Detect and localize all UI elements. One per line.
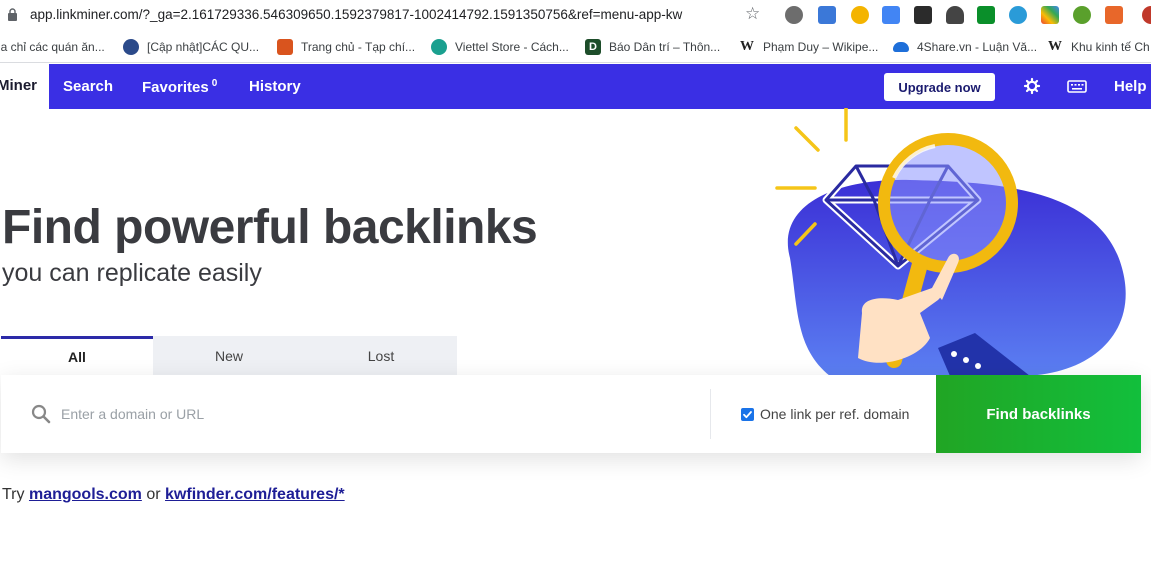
bookmark-label: Báo Dân trí – Thôn... [609, 40, 721, 54]
extension-gear-icon[interactable] [785, 6, 803, 24]
find-backlinks-button[interactable]: Find backlinks [936, 375, 1141, 453]
nav-favorites-label: Favorites [142, 79, 209, 96]
hero-illustration [775, 108, 1126, 376]
bookmark-star-icon[interactable]: ☆ [745, 4, 760, 24]
bookmark-item[interactable]: W Khu kinh tế Ch [1047, 38, 1150, 56]
try-prefix: Try [2, 486, 25, 503]
extension-globe-icon[interactable] [1073, 6, 1091, 24]
logo-text: Miner [0, 77, 38, 94]
address-url[interactable]: app.linkminer.com/?_ga=2.161729336.54630… [30, 7, 682, 22]
wikipedia-icon: W [740, 39, 754, 54]
extension-color-icon[interactable] [1041, 6, 1059, 24]
logo[interactable]: Miner [0, 64, 49, 109]
browser-address-bar: app.linkminer.com/?_ga=2.161729336.54630… [0, 0, 1151, 30]
tab-lost[interactable]: Lost [305, 336, 457, 375]
viettel-icon [431, 39, 447, 55]
bookmark-item[interactable]: ịa chỉ các quán ăn... [0, 38, 105, 56]
top-nav: Miner Search Favorites 0 History Upgrade … [0, 64, 1151, 109]
magazine-icon [277, 39, 293, 55]
dantri-icon: D [585, 39, 601, 55]
profile-avatar-icon[interactable] [1142, 6, 1151, 24]
hero-subtitle: you can replicate easily [2, 259, 262, 287]
bookmark-item[interactable]: Viettel Store - Cách... [431, 38, 569, 56]
settings-gear-icon[interactable] [1023, 77, 1041, 95]
kwfinder-link[interactable]: kwfinder.com/features/* [165, 486, 345, 503]
one-link-checkbox-label[interactable]: One link per ref. domain [760, 406, 909, 422]
bookmark-item[interactable]: Trang chủ - Tạp chí... [277, 38, 415, 56]
nav-favorites[interactable]: Favorites 0 [142, 78, 217, 96]
wikipedia-icon: W [1048, 39, 1062, 54]
extension-chart-icon[interactable] [818, 6, 836, 24]
extension-vpn-icon[interactable] [1009, 6, 1027, 24]
favorites-count-badge: 0 [211, 78, 218, 89]
bookmark-item[interactable]: W Phạm Duy – Wikipe... [739, 38, 878, 56]
tab-new[interactable]: New [153, 336, 305, 375]
domain-url-input[interactable] [61, 399, 681, 429]
extension-flower-icon[interactable] [851, 6, 869, 24]
bookmark-label: ịa chỉ các quán ăn... [0, 40, 105, 54]
bookmark-item[interactable]: 4Share.vn - Luận Vă... [893, 38, 1037, 56]
nav-history[interactable]: History [249, 78, 301, 95]
photo-icon [123, 39, 139, 55]
bookmark-label: Viettel Store - Cách... [455, 40, 569, 54]
hero-title: Find powerful backlinks [2, 201, 538, 254]
extension-person-icon[interactable] [946, 6, 964, 24]
bookmark-label: Phạm Duy – Wikipe... [763, 40, 879, 54]
nav-help[interactable]: Help [1114, 78, 1147, 95]
one-link-checkbox[interactable] [741, 408, 754, 421]
nav-search[interactable]: Search [63, 78, 113, 95]
cloud-icon [893, 42, 909, 52]
bookmarks-bar: ịa chỉ các quán ăn... [Cập nhật]CÁC QU..… [0, 30, 1151, 63]
tab-all[interactable]: All [1, 336, 153, 375]
extension-translate-icon[interactable] [882, 6, 900, 24]
extension-m-icon[interactable] [914, 6, 932, 24]
try-or: or [146, 486, 161, 503]
bookmark-label: Trang chủ - Tạp chí... [301, 40, 416, 54]
bookmark-label: Khu kinh tế Ch [1071, 40, 1150, 54]
extension-square-icon[interactable] [977, 6, 995, 24]
search-divider [710, 389, 711, 439]
bookmark-item[interactable]: D Báo Dân trí – Thôn... [585, 38, 720, 56]
mangools-link[interactable]: mangools.com [29, 486, 142, 503]
bookmark-label: [Cập nhật]CÁC QU... [147, 40, 260, 54]
upgrade-button[interactable]: Upgrade now [884, 73, 995, 101]
lock-icon [8, 8, 17, 21]
bookmark-label: 4Share.vn - Luận Vă... [917, 40, 1038, 54]
keyboard-icon[interactable] [1067, 77, 1087, 95]
extension-orange-icon[interactable] [1105, 6, 1123, 24]
bookmark-item[interactable]: [Cập nhật]CÁC QU... [123, 38, 259, 56]
search-icon [31, 404, 51, 424]
search-bar: One link per ref. domain Find backlinks [1, 375, 1141, 453]
try-hint: Try mangools.com or kwfinder.com/feature… [2, 486, 345, 504]
